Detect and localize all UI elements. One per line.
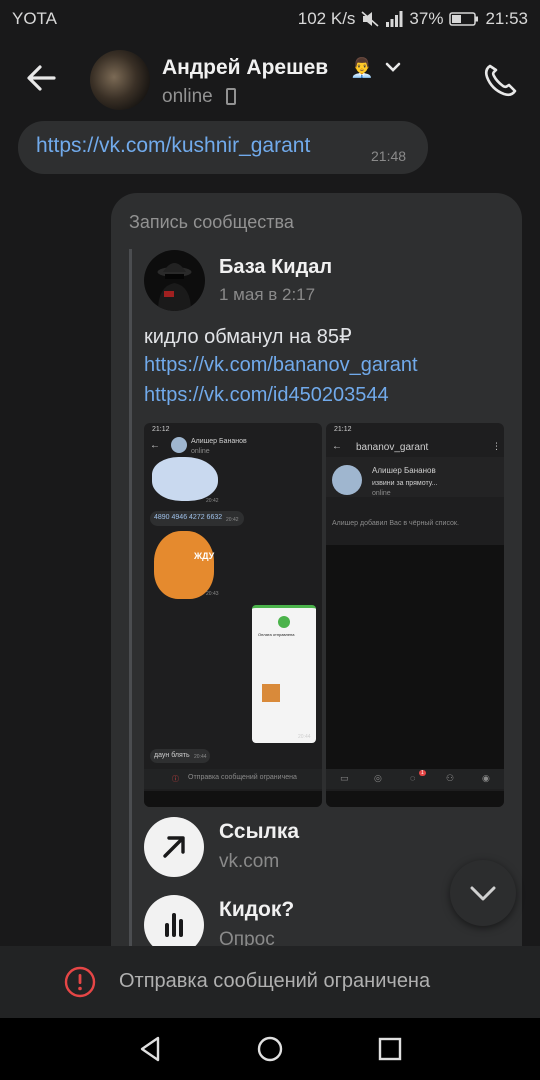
- mini-time: 20:42: [206, 498, 219, 504]
- mini-navbar: [144, 791, 322, 807]
- nav-back-icon[interactable]: [136, 1034, 166, 1064]
- mini-empty-area: [326, 545, 504, 769]
- mini-navbar: [326, 791, 504, 807]
- carrier-label: YOTA: [12, 9, 58, 28]
- community-avatar[interactable]: [144, 250, 205, 311]
- mobile-device-icon: [226, 88, 236, 105]
- battery-icon: [449, 12, 479, 26]
- mini-time: 20:44: [298, 734, 311, 740]
- attachment-title[interactable]: Кидок?: [219, 898, 294, 922]
- mini-sticker-fox: [154, 531, 214, 599]
- mini-blacklist-notice: Алишер добавил Вас в чёрный список.: [332, 520, 459, 527]
- mini-back-icon: ←: [150, 440, 160, 451]
- post-photo-chat[interactable]: 21:12 ← Алишер Бананов online 20:42 4890…: [144, 423, 322, 807]
- message-time: 21:48: [371, 148, 407, 164]
- mini-alert-icon: ⓘ: [172, 776, 179, 783]
- quote-bar: [129, 249, 132, 953]
- name-emoji: 👨‍💼: [350, 58, 374, 79]
- messaging-restricted-bar: Отправка сообщений ограничена: [0, 946, 540, 1018]
- alert-circle-icon: [64, 966, 96, 998]
- system-navbar: [0, 1018, 540, 1080]
- mini-status-time: 21:12: [152, 426, 170, 433]
- post-text: кидло обманул на 85₽: [144, 326, 352, 348]
- mini-discover-icon: ◎: [374, 773, 382, 783]
- mini-time: 20:43: [206, 591, 219, 597]
- message-link[interactable]: https://vk.com/kushnir_garant: [36, 134, 310, 158]
- mini-name: Алишер Бананов: [372, 466, 436, 475]
- restricted-text: Отправка сообщений ограничена: [119, 970, 431, 992]
- post-link[interactable]: https://vk.com/id450203544: [144, 384, 389, 407]
- mini-status: online: [372, 490, 391, 497]
- mini-time: 20:42: [226, 517, 239, 523]
- mini-more-icon: ⋮: [492, 441, 501, 451]
- clock: 21:53: [485, 9, 528, 28]
- contact-avatar[interactable]: [90, 50, 150, 110]
- mini-sticker-text: ЖДУ: [194, 551, 215, 561]
- nav-home-icon[interactable]: [255, 1034, 285, 1064]
- mini-badge: 1: [419, 770, 426, 776]
- signal-icon: [386, 11, 403, 27]
- network-speed: 102 K/s: [297, 9, 356, 28]
- mute-icon: [361, 11, 379, 27]
- post-caption: Запись сообщества: [129, 212, 294, 232]
- poll-attachment-icon-circle[interactable]: [144, 895, 204, 953]
- post-photo-dialog[interactable]: 21:12 ← bananov_garant ⋮ Алишер Бананов …: [326, 423, 504, 807]
- mini-title: bananov_garant: [356, 442, 429, 453]
- mini-name: Алишер Бананов: [191, 438, 247, 445]
- mini-status-time: 21:12: [334, 426, 352, 433]
- status-bar: YOTA 102 K/s 37% 21:53: [0, 0, 540, 36]
- mini-friends-icon: ⚇: [446, 773, 455, 783]
- mini-payment-screenshot: Оплата отправлена: [252, 605, 316, 743]
- chat-header: Андрей Арешев 👨‍💼 online: [0, 36, 540, 124]
- contact-name[interactable]: Андрей Арешев: [162, 56, 328, 80]
- mini-pay-title: Оплата отправлена: [258, 632, 295, 637]
- mini-last-message: даун блять: [154, 752, 190, 759]
- chevron-down-icon[interactable]: [384, 60, 402, 74]
- mini-sticker-bird: [152, 457, 218, 501]
- phone-call-icon[interactable]: [480, 60, 520, 100]
- contact-status: online: [162, 86, 213, 107]
- mini-back-icon: ←: [332, 441, 342, 452]
- mini-avatar: [171, 437, 187, 453]
- mini-status: online: [191, 448, 210, 455]
- message-bubble[interactable]: https://vk.com/kushnir_garant 21:48: [18, 121, 428, 174]
- link-attachment-icon-circle[interactable]: [144, 817, 204, 877]
- status-right: 102 K/s 37% 21:53: [298, 9, 528, 29]
- mini-preview: извини за прямоту...: [372, 480, 438, 487]
- post-date: 1 мая в 2:17: [219, 285, 316, 304]
- mini-messages-icon: ◌: [410, 773, 416, 783]
- spy-avatar-icon: [157, 263, 192, 311]
- attachment-title[interactable]: Ссылка: [219, 820, 299, 844]
- chevron-down-icon: [470, 886, 496, 901]
- attachment-subtitle: vk.com: [219, 851, 280, 872]
- mini-restricted-text: Отправка сообщений ограничена: [188, 774, 297, 781]
- poll-bars-icon: [165, 913, 183, 937]
- nav-recents-icon[interactable]: [375, 1034, 405, 1064]
- back-arrow-icon[interactable]: [22, 58, 62, 98]
- mini-pay-image: [262, 684, 280, 702]
- mini-time: 20:44: [194, 754, 207, 760]
- post-author[interactable]: База Кидал: [219, 256, 332, 279]
- mini-check-icon: [278, 616, 290, 628]
- shared-post-bubble[interactable]: Запись сообщества База Кидал 1 мая в 2:1…: [111, 193, 522, 953]
- mini-news-icon: ▭: [340, 773, 349, 783]
- post-link[interactable]: https://vk.com/bananov_garant: [144, 354, 418, 377]
- mini-card-number: 4890 4946 4272 6632: [154, 514, 223, 521]
- arrow-up-right-icon: [163, 836, 185, 858]
- battery-percent: 37%: [409, 9, 444, 28]
- mini-profile-icon: ◉: [482, 773, 490, 783]
- mini-avatar: [332, 465, 362, 495]
- scroll-down-button[interactable]: [450, 860, 516, 926]
